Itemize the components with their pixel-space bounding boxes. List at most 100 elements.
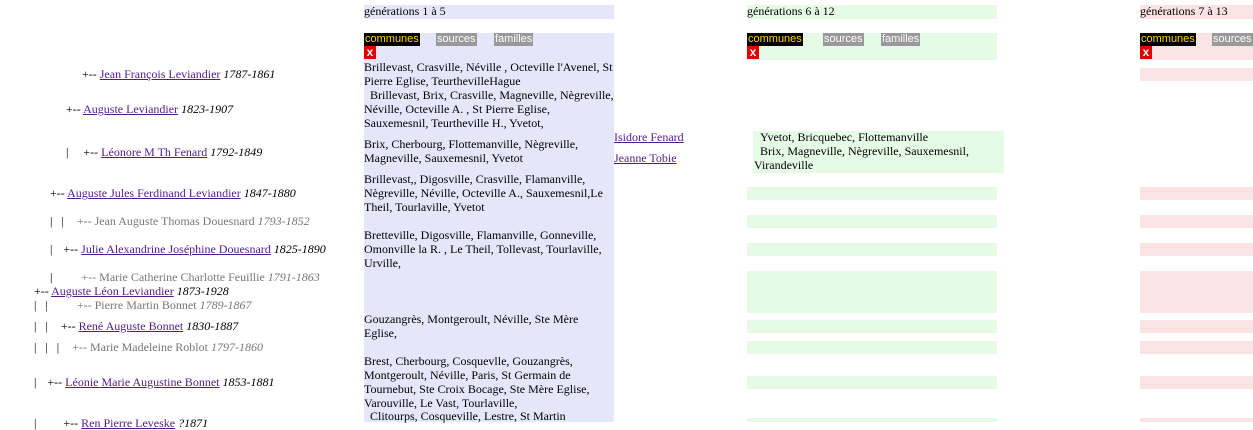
gen6-header: générations 6 à 12 [747,4,835,18]
gen7-row-band [1140,215,1253,228]
tree-connector: +-- [76,214,92,228]
tree-connector: | [66,145,69,159]
gen6-tab-familles[interactable]: familles [881,33,921,46]
gen7-row-band [1140,418,1253,422]
person-link[interactable]: Léonie Marie Augustine Bonnet [65,375,219,389]
tree-row: +-- Auguste Léon Leviandier 1873-1928 [34,284,229,298]
tree-row: +-- Jean François Leviandier 1787-1861 [82,67,275,81]
parent-link-father[interactable]: Isidore Fenard [614,130,684,144]
communes-text: Brix, Cherbourg, Flottemanville, Nègrevi… [364,137,579,165]
person-link[interactable]: Jean François Leviandier [100,67,221,81]
tree-connector: | [34,416,37,430]
tree-row: +-- Auguste Leviandier 1823-1907 [66,102,233,116]
person-years: 1853-1881 [222,375,275,389]
communes-text: Brillevast, Brix, Crasville, Magneville,… [364,88,617,130]
person-years: 1873-1928 [176,284,229,298]
person-years: 1823-1907 [181,102,234,116]
gen7-row-band [1140,68,1253,81]
tree-connector: +-- [72,340,87,354]
tree-connector: +-- [83,145,99,159]
tree-connector: | | [50,214,64,228]
tree-row: | +-- Marie Catherine Charlotte Feuillie… [50,270,320,284]
person-years: 1792-1849 [210,145,263,159]
person-years: ?1871 [178,416,209,430]
person-years: 1847-1880 [243,186,296,200]
gen6-row-band [747,215,997,228]
tree-row: | +-- Léonie Marie Augustine Bonnet 1853… [34,375,274,389]
communes-text: Gouzangrès, Montgeroult, Néville, Ste Mè… [364,312,579,340]
person-link[interactable]: Ren Pierre Leveske [81,416,175,430]
person-link[interactable]: Auguste Jules Ferdinand Leviandier [67,186,241,200]
tree-row: | | +-- Pierre Martin Bonnet 1789-1867 [34,298,252,312]
person-years: 1787-1861 [223,67,276,81]
person-name: Jean Auguste Thomas Douesnard [94,214,255,228]
gen7-tab-sources[interactable]: sources [1212,33,1253,46]
person-years: 1789-1867 [199,298,252,312]
person-years: 1825-1890 [273,242,326,256]
gen6-row-band [747,187,997,200]
person-link[interactable]: Julie Alexandrine Joséphine Douesnard [81,242,271,256]
gen7-row-band [1140,376,1253,389]
communes-text: Brillevast,, Digosville, Crasville, Flam… [364,172,603,214]
tree-row: | | +-- René Auguste Bonnet 1830-1887 [34,319,238,333]
person-link[interactable]: René Auguste Bonnet [79,319,184,333]
gen6-tab-sources[interactable]: sources [823,33,864,46]
person-link[interactable]: Auguste Leviandier [83,102,178,116]
tree-connector: | | [34,298,48,312]
tree-connector: +-- [60,319,76,333]
tree-row: | +-- Léonore M Th Fenard 1792-1849 [66,145,262,159]
gen1-tab-familles[interactable]: familles [494,33,534,46]
person-years: 1793-1852 [257,214,310,228]
gen1-header: générations 1 à 5 [364,4,446,18]
tree-row: | +-- Julie Alexandrine Joséphine Douesn… [50,242,326,256]
tree-row: +-- Auguste Jules Ferdinand Leviandier 1… [50,186,296,200]
person-years: 1797-1860 [210,340,263,354]
person-name: Marie Catherine Charlotte Feuillie [99,270,265,284]
person-name: Marie Madeleine Roblot [89,340,208,354]
gen6-row-band [747,320,997,333]
gen6-row-band [747,341,997,354]
tree-connector: +-- [66,102,81,116]
tree-connector: | | [34,319,48,333]
tree-connector: | | | [34,340,60,354]
tree-connector: +-- [47,375,63,389]
communes-text: Clitourps, Cosqueville, Lestre, St Marti… [364,409,566,423]
gen6-row-band [747,243,997,256]
tree-connector: | [34,375,37,389]
person-name: Pierre Martin Bonnet [94,298,197,312]
tree-connector: +-- [63,416,79,430]
gen7-row-band [1140,320,1253,333]
gen7-row-band [1140,243,1253,256]
gen6-close-button[interactable]: x [747,46,759,59]
person-link[interactable]: Léonore M Th Fenard [101,145,207,159]
tree-connector: +-- [81,270,97,284]
tree-connector: +-- [63,242,79,256]
gen6-row-band [747,376,997,389]
tree-row: | | | +-- Marie Madeleine Roblot 1797-18… [34,340,263,354]
person-years: 1830-1887 [186,319,239,333]
gen6-row-band [747,418,997,422]
gen7-header: générations 7 à 13 [1140,4,1228,18]
tree-connector: +-- [50,186,65,200]
gen7-row-band [1140,271,1253,313]
tree-connector: +-- [82,67,97,81]
communes-text: Brillevast, Crasville, Néville , Octevil… [364,60,613,88]
tree-connector: | [50,270,53,284]
gen6-row-band [747,271,997,313]
gen1-close-button[interactable]: x [364,46,376,59]
gen1-tab-sources[interactable]: sources [436,33,477,46]
communes-text: Brest, Cherbourg, Cosquevlle, Gouzangrès… [364,354,590,410]
tree-row: | | +-- Jean Auguste Thomas Douesnard 17… [50,214,310,228]
gen7-row-band [1140,341,1253,354]
tree-connector: +-- [34,284,49,298]
person-years: 1791-1863 [267,270,320,284]
tree-row: | +-- Ren Pierre Leveske ?1871 [34,416,208,430]
gen7-close-button[interactable]: x [1140,46,1152,59]
communes-text: Yvetot, Bricquebec, Flottemanville [754,130,929,144]
person-link[interactable]: Auguste Léon Leviandier [51,284,174,298]
gen7-row-band [1140,187,1253,200]
communes-text: Brix, Magneville, Nègreville, Sauxemesni… [754,144,972,172]
tree-connector: +-- [76,298,92,312]
tree-connector: | [50,242,53,256]
parent-link-mother[interactable]: Jeanne Tobie [614,151,677,165]
